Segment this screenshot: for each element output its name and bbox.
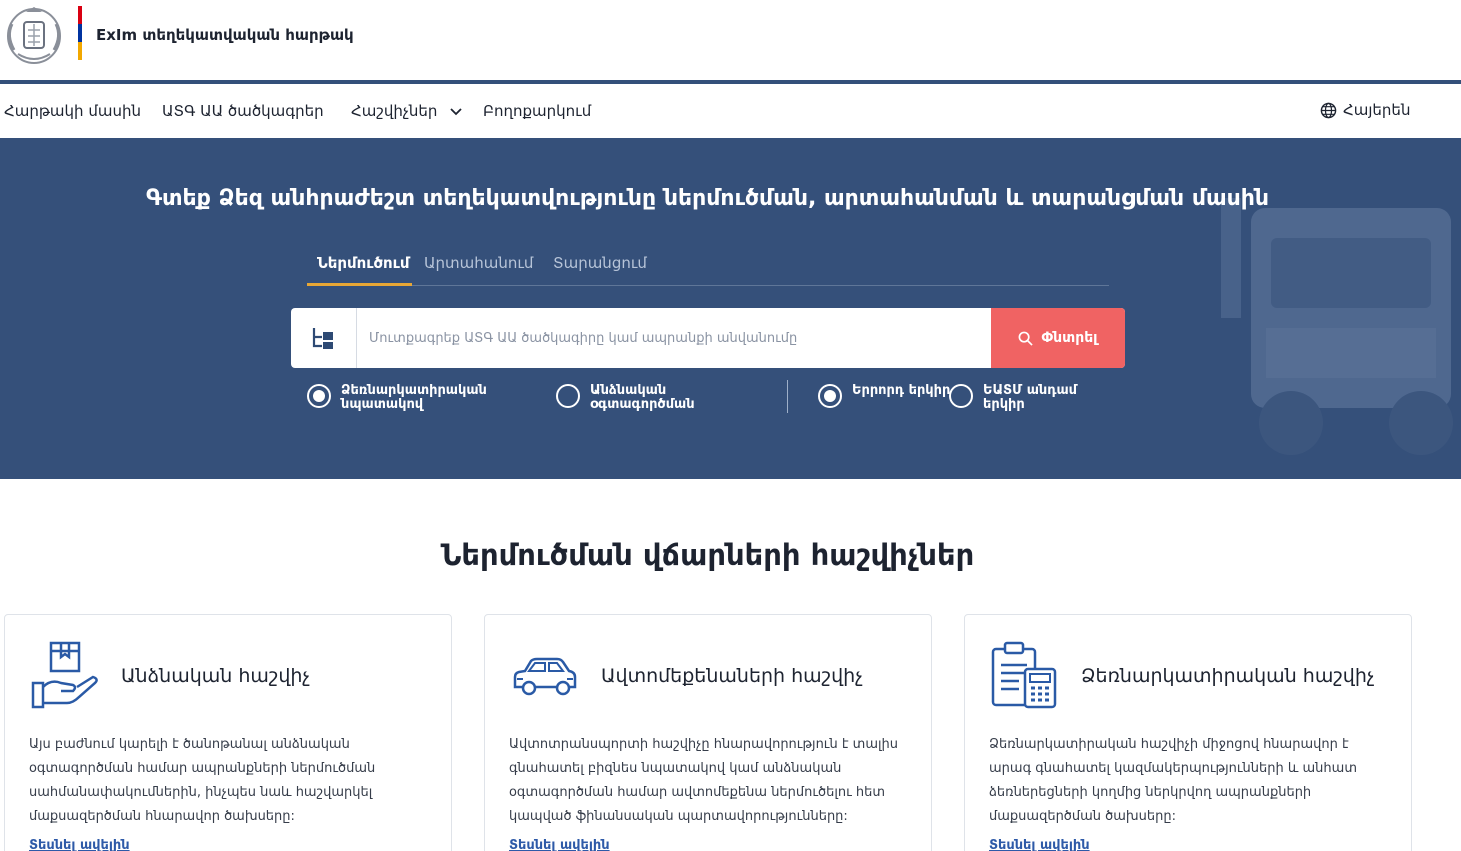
nav-item-label: ԱՏԳ ԱԱ ծածկագրեր — [162, 102, 324, 120]
hero-title: Գտեք Ձեզ անհրաժեշտ տեղեկատվությունը ներմ… — [145, 186, 1270, 211]
card-description: Այս բաժնում կարելի է ծանոթանալ անձնական … — [29, 737, 376, 824]
globe-icon — [1320, 102, 1337, 118]
site-title[interactable]: ExIm տեղեկատվական հարթակ — [96, 26, 354, 44]
card-description: Ավտոտրանսպորտի հաշվիչը հնարավորություն է… — [509, 737, 898, 824]
nav-item-about[interactable]: Հարթակի մասին — [4, 102, 141, 120]
radio-label: ԵԱՏՄ անդամ երկիր — [983, 383, 1078, 412]
nav-item-label: Բողոքարկում — [483, 102, 592, 120]
radio-business-purpose[interactable]: Ձեռնարկատիրական նպատակով — [307, 384, 511, 412]
nav-item-label: Հարթակի մասին — [4, 102, 141, 120]
card-title: Ձեռնարկատիրական հաշվիչ — [1081, 665, 1375, 687]
card-description: Ձեռնարկատիրական հաշվիչի միջոցով հնարավոր… — [989, 737, 1357, 824]
nav-item-hs-codes[interactable]: ԱՏԳ ԱԱ ծածկագրեր — [162, 102, 324, 120]
see-more-link[interactable]: Տեսնել ավելին — [509, 838, 610, 851]
hand-package-icon — [31, 641, 98, 709]
search-button[interactable]: Փնտրել — [991, 308, 1125, 368]
radio-indicator-checked — [307, 384, 331, 408]
see-more-link[interactable]: Տեսնել ավելին — [989, 838, 1090, 851]
truck-background-image — [1221, 198, 1453, 455]
calculator-card-personal[interactable]: Անձնական հաշվիչ Այս բաժնում կարելի է ծան… — [4, 614, 452, 851]
flag-stripe-blue — [78, 24, 82, 42]
flag-stripe-red — [78, 6, 82, 24]
direction-tabs: Ներմուծում Արտահանում Տարանցում — [307, 246, 1109, 286]
search-button-label: Փնտրել — [1041, 330, 1098, 346]
coat-of-arms-logo[interactable] — [4, 4, 64, 66]
radio-eaeu-country[interactable]: ԵԱՏՄ անդամ երկիր — [949, 384, 1103, 412]
radio-indicator-checked — [818, 384, 842, 408]
radio-indicator-unchecked — [949, 384, 973, 408]
language-label: Հայերեն — [1343, 101, 1411, 119]
tree-structure-icon — [312, 328, 333, 349]
nav-item-appeal[interactable]: Բողոքարկում — [483, 102, 591, 120]
armenian-flag-stripe — [78, 6, 82, 60]
chevron-down-icon — [450, 108, 462, 116]
section-title: Ներմուծման վճարների հաշվիչներ — [440, 538, 975, 572]
radio-label: Երրորդ երկիր — [852, 383, 951, 398]
card-title: Անձնական հաշվիչ — [121, 665, 311, 687]
calculator-card-business[interactable]: Ձեռնարկատիրական հաշվիչ Ձեռնարկատիրական հ… — [964, 614, 1412, 851]
radio-label: Անձնական օգտագործման — [590, 383, 695, 412]
radio-group-divider — [787, 380, 788, 413]
clipboard-calculator-icon — [991, 641, 1057, 709]
see-more-link[interactable]: Տեսնել ավելին — [29, 838, 130, 851]
site-header: ExIm տեղեկատվական հարթակ — [0, 0, 1461, 80]
calculator-card-vehicles[interactable]: Ավտոմեքենաների հաշվիչ Ավտոտրանսպորտի հաշ… — [484, 614, 932, 851]
tab-import[interactable]: Ներմուծում — [317, 254, 409, 272]
active-tab-indicator — [307, 283, 412, 286]
car-icon — [513, 657, 577, 696]
radio-third-country[interactable]: Երրորդ երկիր — [818, 384, 962, 408]
card-title: Ավտոմեքենաների հաշվիչ — [601, 665, 863, 687]
language-selector[interactable]: Հայերեն — [1320, 101, 1410, 119]
search-icon — [1019, 331, 1034, 346]
main-nav: Հարթակի մասին ԱՏԳ ԱԱ ծածկագրեր Հաշվիչներ… — [0, 84, 1461, 138]
nav-item-calculators[interactable]: Հաշվիչներ — [351, 102, 462, 120]
tab-export[interactable]: Արտահանում — [424, 254, 533, 272]
search-input[interactable] — [357, 308, 991, 368]
tab-transit[interactable]: Տարանցում — [553, 254, 647, 272]
flag-stripe-orange — [78, 42, 82, 60]
radio-label: Ձեռնարկատիրական նպատակով — [341, 383, 487, 412]
radio-personal-use[interactable]: Անձնական օգտագործման — [556, 384, 760, 412]
hero-search-section: Գտեք Ձեզ անհրաժեշտ տեղեկատվությունը ներմ… — [0, 138, 1461, 479]
search-bar: Փնտրել — [291, 308, 1125, 368]
tree-view-button[interactable] — [291, 308, 357, 368]
nav-item-label: Հաշվիչներ — [351, 102, 438, 120]
radio-indicator-unchecked — [556, 384, 580, 408]
